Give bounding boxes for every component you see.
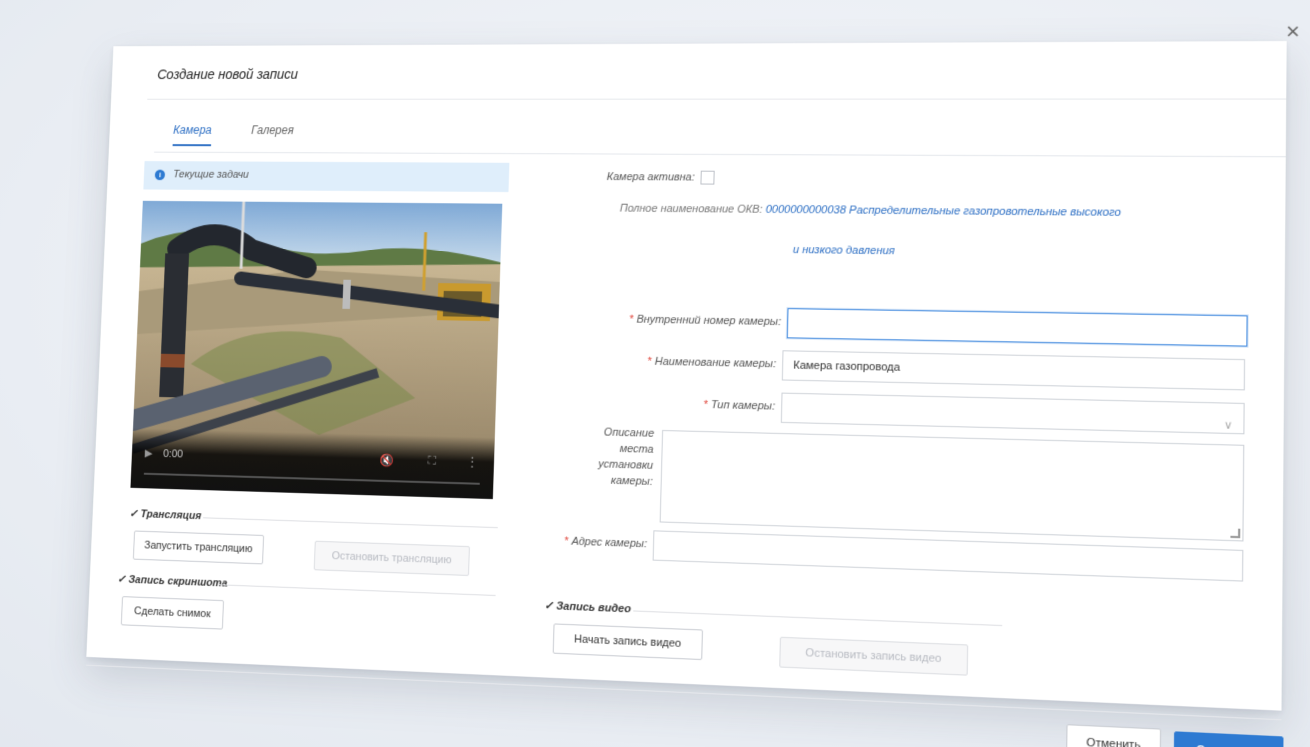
camera-name-label-text: Наименование камеры: xyxy=(655,356,777,370)
stop-stream-button[interactable]: Остановить трансляцию xyxy=(314,541,470,576)
required-mark: * xyxy=(629,314,634,326)
dialog-title: Создание новой записи xyxy=(157,66,298,81)
stream-section-header: ✓ Трансляция xyxy=(129,507,201,522)
chevron-down-icon: ∨ xyxy=(1224,411,1233,440)
description-label-line3: камеры: xyxy=(611,475,653,488)
tab-camera[interactable]: Камера xyxy=(173,123,212,146)
stream-header-label: Трансляция xyxy=(140,508,201,522)
video-progress-bar[interactable] xyxy=(144,473,480,485)
internal-number-input[interactable] xyxy=(787,308,1248,347)
camera-name-label: * Наименование камеры: xyxy=(591,355,777,371)
description-label-line1: Описание места xyxy=(604,427,654,456)
video-controls: ▶ 0:00 🔇 ⛶ ⋮ xyxy=(130,428,494,499)
info-icon: i xyxy=(155,170,165,180)
camera-name-input[interactable] xyxy=(782,350,1245,390)
internal-number-label-text: Внутренний номер камеры: xyxy=(636,314,781,328)
okv-label: Полное наименование ОКВ: xyxy=(620,203,763,216)
screenshot-divider xyxy=(219,584,496,596)
footer-divider xyxy=(86,665,1281,721)
screenshot-header-label: Запись скриншота xyxy=(128,574,227,590)
description-label-line2: установки xyxy=(598,458,653,472)
stop-recording-button[interactable]: Остановить запись видео xyxy=(779,637,968,676)
mute-icon[interactable]: 🔇 xyxy=(379,453,394,467)
camera-type-select[interactable]: ∨ xyxy=(781,393,1245,435)
camera-type-label: * Тип камеры: xyxy=(590,396,776,412)
video-player[interactable]: ▶ 0:00 🔇 ⛶ ⋮ xyxy=(130,201,502,499)
tab-bar: Камера Галерея xyxy=(154,123,1286,157)
close-icon[interactable]: × xyxy=(1286,20,1300,43)
address-label-text: Адрес камеры: xyxy=(571,536,647,551)
start-recording-button[interactable]: Начать запись видео xyxy=(553,623,703,660)
internal-number-label: * Внутренний номер камеры: xyxy=(592,313,781,328)
stream-divider xyxy=(203,517,498,528)
resize-grip-icon[interactable] xyxy=(1230,528,1240,538)
okv-value-link[interactable]: 0000000000038 Распределительные газопров… xyxy=(766,204,1122,219)
more-icon[interactable]: ⋮ xyxy=(466,454,479,470)
required-mark: * xyxy=(647,356,652,368)
current-tasks-banner[interactable]: i Текущие задачи xyxy=(143,161,509,192)
screenshot-section-header: ✓ Запись скриншота xyxy=(117,573,228,590)
video-record-header-label: Запись видео xyxy=(556,600,631,615)
video-record-divider xyxy=(633,610,1002,626)
current-tasks-label: Текущие задачи xyxy=(173,169,249,181)
chevron-icon: ✓ xyxy=(129,508,141,520)
required-mark: * xyxy=(703,399,708,411)
start-stream-button[interactable]: Запустить трансляцию xyxy=(133,531,264,565)
tab-gallery[interactable]: Галерея xyxy=(251,123,294,144)
description-textarea[interactable] xyxy=(660,430,1245,542)
required-mark: * xyxy=(564,535,569,547)
chevron-icon: ✓ xyxy=(117,574,129,586)
video-record-section-header: ✓ Запись видео xyxy=(544,599,631,616)
title-divider xyxy=(147,99,1286,100)
okv-value-link-continued[interactable]: и низкого давления xyxy=(793,244,895,257)
camera-type-label-text: Тип камеры: xyxy=(711,399,776,413)
description-label: Описание места установки камеры: xyxy=(567,424,654,490)
play-icon[interactable]: ▶ xyxy=(145,447,153,460)
address-label: * Адрес камеры: xyxy=(536,534,647,550)
camera-active-label: Камера активна: xyxy=(557,171,695,184)
camera-active-checkbox[interactable] xyxy=(700,171,714,185)
save-button[interactable]: Сохранить xyxy=(1174,731,1284,747)
fullscreen-icon[interactable]: ⛶ xyxy=(428,454,437,469)
create-record-dialog: × Создание новой записи Камера Галерея i… xyxy=(86,41,1286,711)
chevron-icon: ✓ xyxy=(544,600,556,613)
cancel-button[interactable]: Отменить xyxy=(1066,724,1161,747)
stage: × Создание новой записи Камера Галерея i… xyxy=(0,0,1310,747)
okv-line: Полное наименование ОКВ: 0000000000038 Р… xyxy=(620,203,1259,220)
video-time: 0:00 xyxy=(163,448,183,460)
take-snapshot-button[interactable]: Сделать снимок xyxy=(121,596,224,629)
